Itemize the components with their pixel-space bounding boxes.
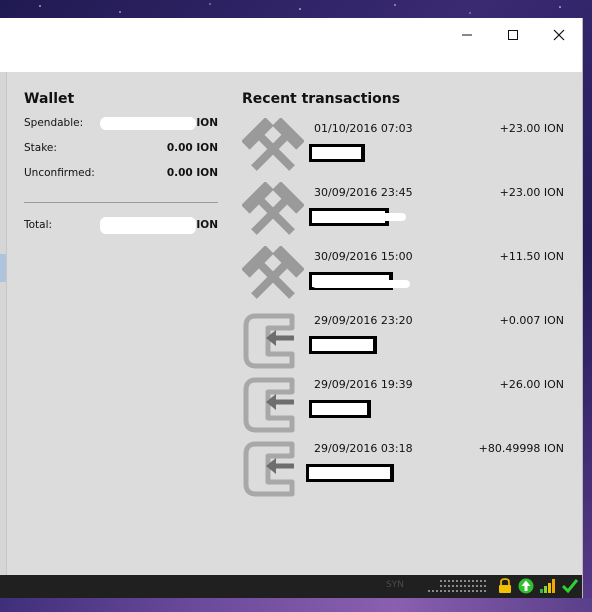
transaction-address-redacted: [309, 400, 371, 418]
synced-check-icon[interactable]: [562, 578, 578, 594]
transaction-address-redacted: [309, 144, 365, 162]
close-icon: [553, 29, 565, 41]
receive-icon: [243, 377, 295, 433]
transaction-date: 01/10/2016 07:03: [314, 122, 413, 135]
mining-icon: [242, 246, 304, 299]
transaction-amount: +23.00 ION: [499, 122, 564, 135]
minimize-button[interactable]: [444, 18, 490, 52]
minimize-icon: [462, 34, 472, 36]
transaction-date: 30/09/2016 15:00: [314, 250, 413, 263]
wallet-title: Wallet: [24, 91, 75, 107]
desktop-taskbar-edge: [0, 598, 592, 612]
sidebar-selected-tab[interactable]: [0, 254, 6, 282]
unconfirmed-row: Unconfirmed: 0.00 ION: [24, 167, 218, 181]
unconfirmed-label: Unconfirmed:: [24, 167, 95, 179]
transaction-item[interactable]: 30/09/2016 15:00 +11.50 ION: [242, 246, 566, 310]
address-redaction-mark: [314, 213, 406, 221]
status-bar: SYN: [0, 575, 582, 598]
wallet-divider: [24, 202, 218, 203]
activity-icon[interactable]: [428, 578, 492, 594]
stake-label: Stake:: [24, 142, 57, 154]
transaction-item[interactable]: 29/09/2016 03:18 +80.49998 ION: [242, 438, 566, 502]
wallet-window: Wallet Spendable: ION Stake: 0.00 ION Un…: [0, 18, 583, 598]
stake-value: 0.00 ION: [166, 142, 218, 154]
spendable-label: Spendable:: [24, 117, 84, 129]
overview-page: Wallet Spendable: ION Stake: 0.00 ION Un…: [0, 72, 582, 576]
desktop-background: [39, 3, 561, 14]
transaction-address-redacted: [309, 336, 377, 354]
maximize-icon: [508, 30, 518, 40]
transaction-date: 29/09/2016 23:20: [314, 314, 413, 327]
maximize-button[interactable]: [490, 18, 536, 52]
transaction-item[interactable]: 29/09/2016 19:39 +26.00 ION: [242, 374, 566, 438]
transaction-item[interactable]: 29/09/2016 23:20 +0.007 ION: [242, 310, 566, 374]
transaction-item[interactable]: 30/09/2016 23:45 +23.00 ION: [242, 182, 566, 246]
title-bar: [0, 18, 582, 72]
transaction-amount: +80.49998 ION: [478, 442, 564, 455]
transaction-amount: +26.00 ION: [499, 378, 564, 391]
receive-icon: [243, 441, 295, 497]
transaction-date: 30/09/2016 23:45: [314, 186, 413, 199]
lock-icon[interactable]: [498, 578, 512, 594]
total-redaction: [100, 217, 196, 234]
spendable-redaction: [100, 117, 196, 130]
transactions-title: Recent transactions: [242, 91, 401, 107]
total-unit: ION: [196, 219, 218, 231]
network-status-label: SYN: [386, 580, 404, 590]
transaction-date: 29/09/2016 03:18: [314, 442, 413, 455]
mining-icon: [242, 118, 304, 171]
signal-icon[interactable]: [540, 578, 556, 594]
close-button[interactable]: [536, 18, 582, 52]
transaction-item[interactable]: 01/10/2016 07:03 +23.00 ION: [242, 118, 566, 182]
mining-icon: [242, 182, 304, 235]
stake-row: Stake: 0.00 ION: [24, 142, 218, 156]
total-label: Total:: [24, 219, 53, 231]
receive-icon: [243, 313, 295, 369]
spendable-unit: ION: [196, 117, 218, 129]
transaction-amount: +23.00 ION: [499, 186, 564, 199]
transaction-amount: +11.50 ION: [499, 250, 564, 263]
unconfirmed-value: 0.00 ION: [166, 167, 218, 179]
staking-icon[interactable]: [518, 578, 534, 594]
sidebar-edge: [0, 72, 7, 576]
transaction-amount: +0.007 ION: [499, 314, 564, 327]
address-redaction-mark: [312, 280, 410, 288]
transaction-address-redacted: [306, 464, 394, 482]
transaction-date: 29/09/2016 19:39: [314, 378, 413, 391]
